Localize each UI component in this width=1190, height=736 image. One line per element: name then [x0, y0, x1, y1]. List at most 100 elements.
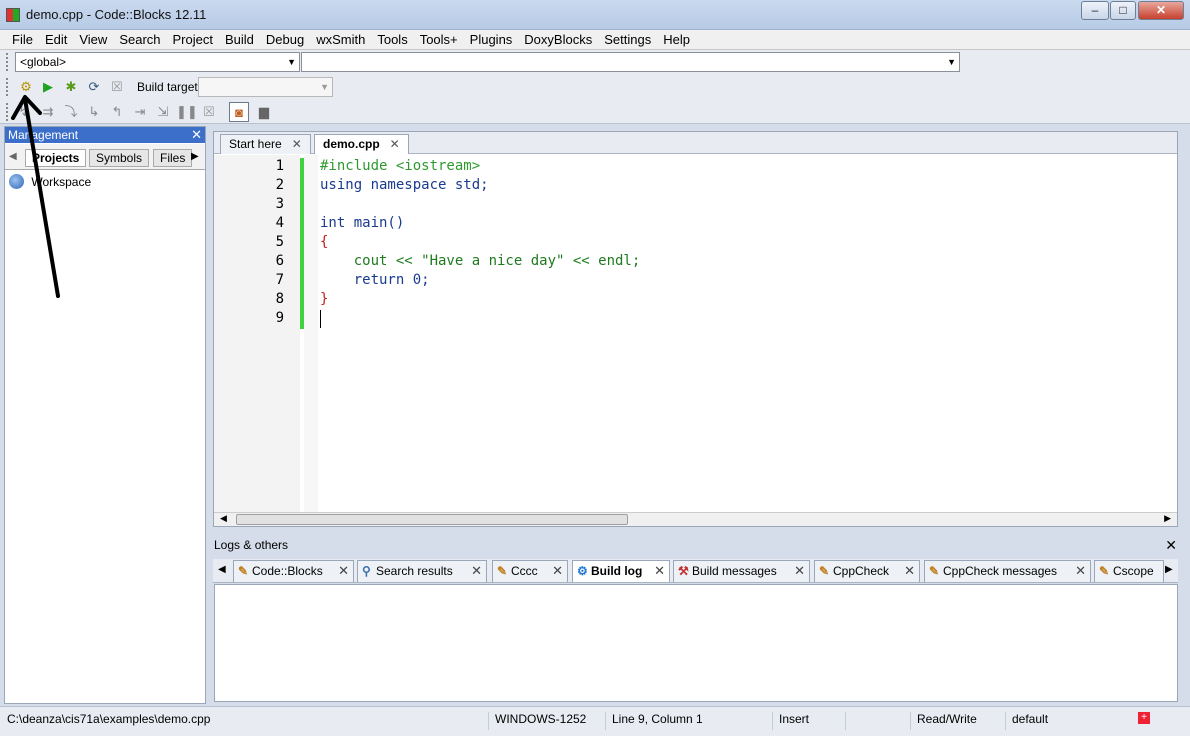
chevron-right-icon[interactable]: ▶	[191, 151, 199, 162]
menu-tools[interactable]: Tools	[371, 30, 413, 49]
tab-start-here[interactable]: Start here ✕	[220, 134, 311, 154]
code-line: cout << "Have a nice day" << endl;	[320, 252, 641, 271]
code-line: }	[320, 290, 328, 309]
stop-debug-icon[interactable]: ☒	[199, 102, 219, 122]
menu-build[interactable]: Build	[219, 30, 260, 49]
menu-settings[interactable]: Settings	[598, 30, 657, 49]
management-title: Management	[8, 128, 79, 142]
chevron-left-icon[interactable]: ◀	[9, 151, 17, 162]
debug-windows-icon[interactable]: ◙	[229, 102, 249, 122]
build-target-label: Build target:	[137, 80, 202, 94]
logs-tabs: ◀ ✎ Code::Blocks ✕ ⚲ Search results ✕ ✎ Cccc ✕…	[213, 559, 1178, 583]
code-line-text: return 0;	[320, 272, 430, 288]
close-icon[interactable]: ✕	[390, 137, 400, 151]
minimize-button[interactable]: ‒	[1081, 1, 1109, 20]
tab-build-messages[interactable]: ⚒ Build messages ✕	[673, 560, 810, 582]
symbol-select[interactable]: ▼	[301, 52, 960, 72]
code-completion-toolbar: <global> ▼ ▼	[0, 50, 1190, 74]
step-out-icon[interactable]: ↰	[107, 102, 127, 122]
chevron-left-icon[interactable]: ◀	[218, 564, 226, 575]
code-line: int main()	[320, 214, 404, 233]
tab-label: demo.cpp	[323, 137, 380, 151]
chevron-down-icon: ▼	[287, 57, 296, 67]
code-line-text: }	[320, 291, 329, 307]
close-icon[interactable]: ✕	[794, 561, 805, 581]
toolbar-grip[interactable]	[6, 78, 10, 96]
various-info-icon[interactable]: ▆	[254, 102, 274, 122]
status-encoding: WINDOWS-1252	[488, 712, 606, 730]
build-target-select[interactable]: ▼	[198, 77, 333, 97]
code-line: return 0;	[320, 271, 430, 290]
close-icon[interactable]: ✕	[1165, 536, 1177, 554]
pause-icon[interactable]: ❚❚	[176, 102, 198, 122]
close-icon[interactable]: ✕	[292, 137, 302, 151]
search-icon: ⚲	[362, 564, 371, 578]
tab-label: Build log	[591, 564, 643, 578]
menu-plugins[interactable]: Plugins	[464, 30, 519, 49]
hammer-icon: ⚒	[678, 564, 689, 578]
tab-label: Build messages	[692, 564, 777, 578]
status-flag-icon: +	[1138, 712, 1150, 724]
menu-edit[interactable]: Edit	[39, 30, 73, 49]
build-gear-icon[interactable]: ⚙	[16, 77, 36, 97]
scope-select[interactable]: <global> ▼	[15, 52, 300, 72]
toolbar-grip[interactable]	[6, 53, 10, 71]
maximize-button[interactable]: □	[1110, 1, 1136, 20]
status-access: Read/Write	[910, 712, 1005, 730]
close-icon[interactable]: ✕	[552, 561, 563, 581]
toolbar-grip[interactable]	[6, 103, 10, 121]
build-log-output[interactable]	[214, 584, 1178, 702]
tab-cccc[interactable]: ✎ Cccc ✕	[492, 560, 568, 582]
close-window-button[interactable]: ✕	[1138, 1, 1184, 20]
chevron-down-icon: ▼	[320, 82, 329, 92]
run-to-cursor-icon[interactable]: ⇉	[38, 102, 58, 122]
horizontal-scrollbar[interactable]: ◀ ▶	[214, 512, 1177, 526]
tab-cscope[interactable]: ✎ Cscope	[1094, 560, 1164, 582]
close-icon[interactable]: ✕	[904, 561, 915, 581]
menu-view[interactable]: View	[73, 30, 113, 49]
step-instruction-icon[interactable]: ⇲	[153, 102, 173, 122]
code-area[interactable]: #include <iostream> using namespace std;…	[214, 155, 1177, 512]
tree-item-workspace[interactable]: Workspace	[31, 175, 91, 189]
menu-doxyblocks[interactable]: DoxyBlocks	[518, 30, 598, 49]
tab-symbols[interactable]: Symbols	[89, 149, 150, 167]
tab-demo-cpp[interactable]: demo.cpp ✕	[314, 134, 409, 154]
menu-file[interactable]: File	[6, 30, 39, 49]
menu-help[interactable]: Help	[657, 30, 696, 49]
scroll-right-icon[interactable]: ▶	[1164, 513, 1171, 524]
chevron-right-icon[interactable]: ▶	[1165, 564, 1173, 575]
close-icon[interactable]: ✕	[471, 561, 482, 581]
close-icon[interactable]: ✕	[654, 561, 665, 581]
close-icon[interactable]: ✕	[191, 127, 202, 143]
debug-run-icon[interactable]: ↯	[14, 102, 34, 122]
tab-label: Cscope	[1113, 564, 1154, 578]
step-into-icon[interactable]: ↳	[84, 102, 104, 122]
scope-value: <global>	[20, 55, 67, 69]
tab-cppcheck[interactable]: ✎ CppCheck ✕	[814, 560, 920, 582]
management-header: Management ✕	[5, 127, 205, 143]
tab-files[interactable]: Files	[153, 149, 193, 167]
tab-build-log[interactable]: ⚙ Build log ✕	[572, 560, 670, 582]
next-instruction-icon[interactable]: ⇥	[130, 102, 150, 122]
menu-search[interactable]: Search	[113, 30, 166, 49]
menu-debug[interactable]: Debug	[260, 30, 310, 49]
management-tabs: ◀ Projects Symbols Files ▶	[5, 144, 205, 170]
menu-wxsmith[interactable]: wxSmith	[310, 30, 371, 49]
code-line-text: cout << "Have a nice day" << endl;	[320, 253, 641, 269]
next-line-icon[interactable]: ⤵	[61, 102, 81, 122]
scroll-left-icon[interactable]: ◀	[220, 513, 227, 524]
title-bar: demo.cpp - Code::Blocks 12.11 ‒ □ ✕	[0, 0, 1190, 30]
tab-cppcheck-messages[interactable]: ✎ CppCheck messages ✕	[924, 560, 1091, 582]
build-and-run-icon[interactable]: ✱	[61, 77, 81, 97]
close-icon[interactable]: ✕	[338, 561, 349, 581]
scrollbar-thumb[interactable]	[236, 514, 628, 525]
rebuild-icon[interactable]: ⟳	[84, 77, 104, 97]
abort-icon[interactable]: ☒	[107, 77, 127, 97]
menu-tools-plus[interactable]: Tools+	[414, 30, 464, 49]
menu-project[interactable]: Project	[167, 30, 219, 49]
run-icon[interactable]: ▶	[38, 77, 58, 97]
tab-search-results[interactable]: ⚲ Search results ✕	[357, 560, 487, 582]
close-icon[interactable]: ✕	[1075, 561, 1086, 581]
tab-projects[interactable]: Projects	[25, 149, 87, 167]
tab-codeblocks-log[interactable]: ✎ Code::Blocks ✕	[233, 560, 354, 582]
